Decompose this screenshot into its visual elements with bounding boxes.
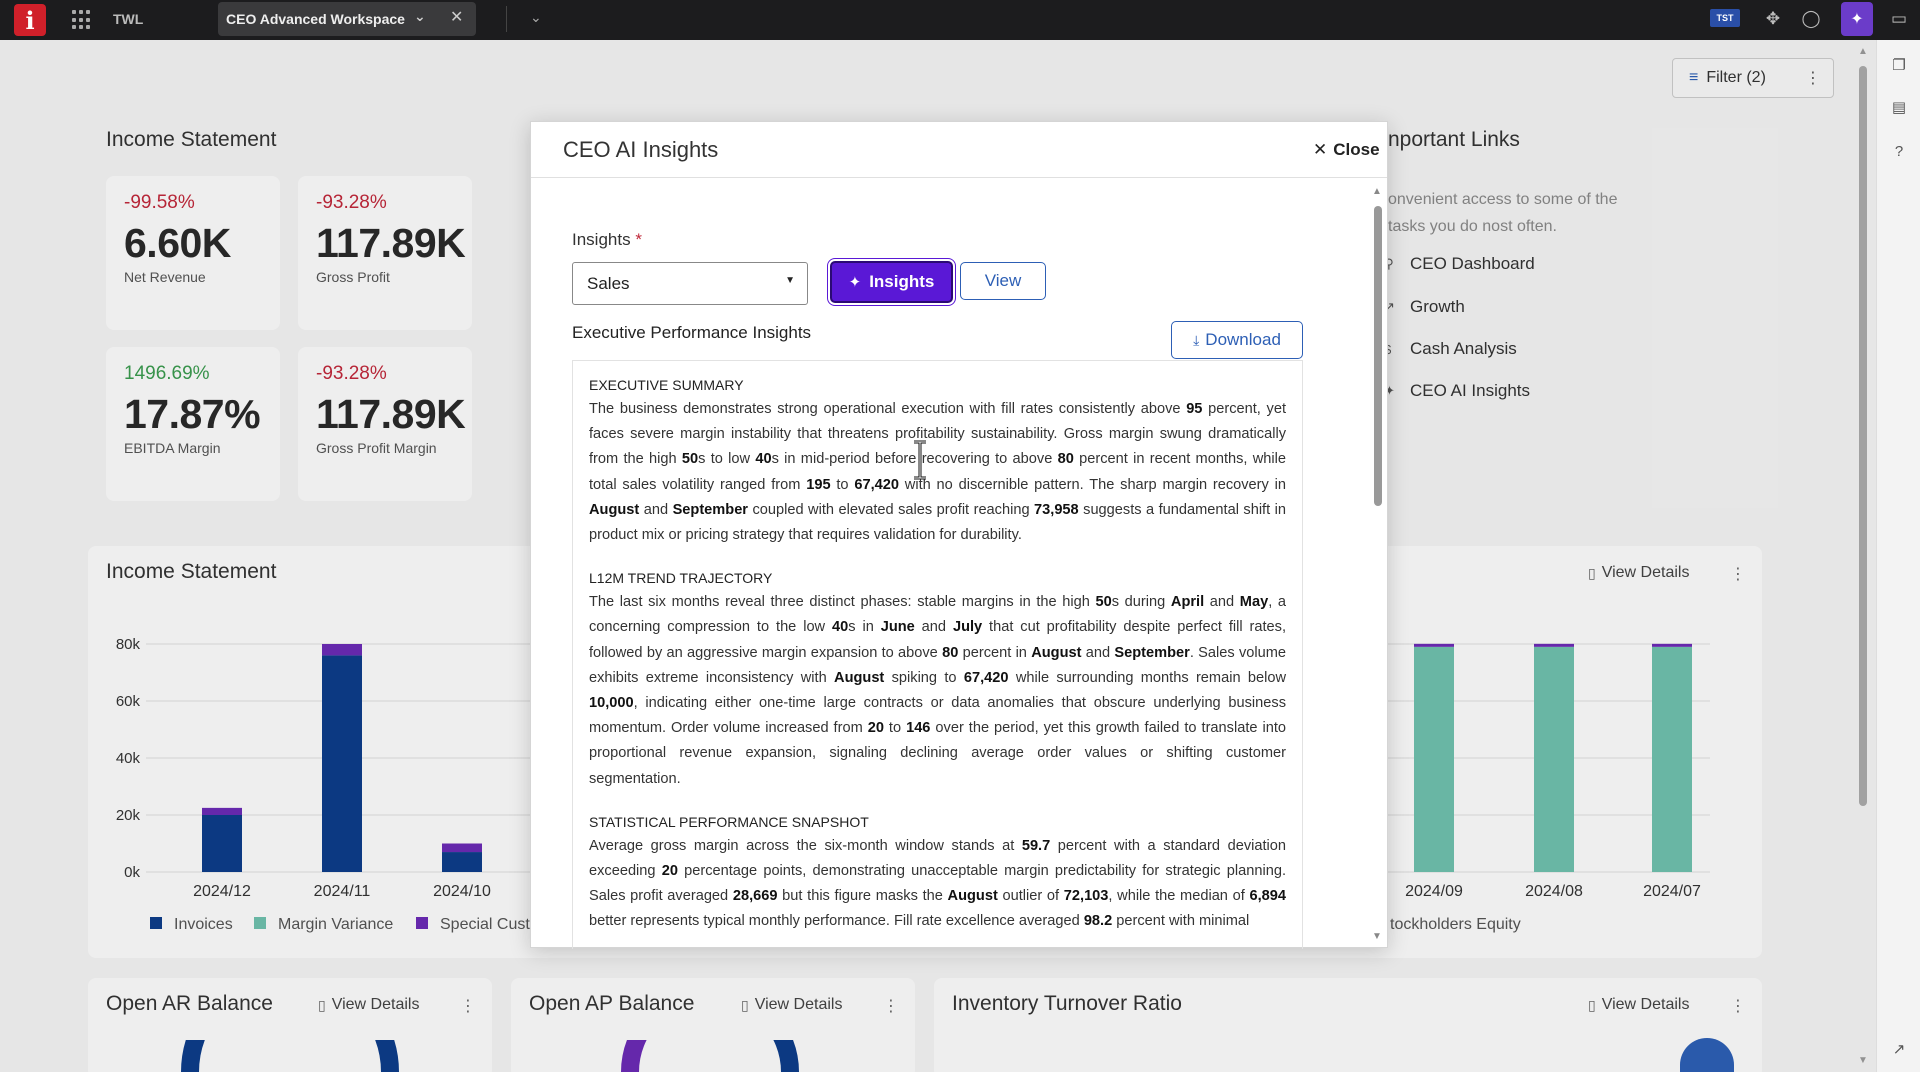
ai-assistant-icon[interactable]: ✦ (1841, 2, 1873, 36)
close-icon: ✕ (1313, 140, 1328, 159)
app-logo[interactable]: i (14, 4, 46, 36)
external-link-icon[interactable]: ↗ (1888, 1038, 1910, 1060)
view-button[interactable]: View (960, 262, 1046, 300)
right-rail: ❐ ▤ ? ↗ (1876, 40, 1920, 1072)
caret-down-icon: ▼ (785, 275, 795, 286)
panel-toggle-icon[interactable]: ▭ (1886, 6, 1912, 32)
ceo-ai-insights-modal: CEO AI Insights ✕ Close Insights * Sales… (530, 121, 1388, 949)
generate-insights-button[interactable]: ✦ Insights (830, 261, 953, 303)
tab-divider (506, 6, 507, 32)
stats-text: Average gross margin across the six-mont… (589, 837, 1287, 930)
insights-label-text: Insights (572, 230, 631, 249)
insights-text-area[interactable]: EXECUTIVE SUMMARY The business demonstra… (572, 360, 1303, 949)
stats-heading: STATISTICAL PERFORMANCE SNAPSHOT (589, 813, 869, 830)
text-cursor-icon (914, 440, 926, 480)
insights-field-label: Insights * (572, 230, 642, 250)
scroll-down-icon[interactable]: ▼ (1372, 931, 1382, 942)
app-launcher-icon[interactable] (72, 10, 92, 30)
extensions-icon[interactable]: ✥ (1760, 6, 1786, 32)
user-account-icon[interactable]: ◯ (1798, 6, 1824, 32)
modal-scrollbar-thumb[interactable] (1374, 206, 1382, 506)
required-mark: * (635, 230, 642, 249)
workspace-tab[interactable]: CEO Advanced Workspace ⌄ ✕ (218, 2, 476, 36)
trend-heading: L12M TREND TRAJECTORY (589, 570, 773, 587)
help-icon[interactable]: ? (1888, 140, 1910, 162)
close-label: Close (1333, 140, 1380, 159)
exec-summary-heading: EXECUTIVE SUMMARY (589, 377, 744, 393)
workspace-tab-label: CEO Advanced Workspace (226, 11, 405, 27)
download-label: Download (1205, 330, 1281, 349)
sparkle-icon: ✦ (848, 274, 862, 291)
chat-icon[interactable]: ❐ (1888, 54, 1910, 76)
modal-title: CEO AI Insights (563, 137, 719, 162)
close-button[interactable]: ✕ Close (1313, 140, 1380, 160)
environment-badge: TST (1710, 9, 1740, 27)
download-button[interactable]: ⤓ Download (1171, 321, 1303, 359)
chevron-down-icon[interactable]: ⌄ (414, 8, 426, 25)
app-name: TWL (113, 11, 144, 27)
top-bar: i TWL CEO Advanced Workspace ⌄ ✕ ⌄ TST ✥… (0, 0, 1920, 40)
insights-type-select[interactable]: Sales ▼ (572, 262, 808, 305)
trend-text: The last six months reveal three distinc… (589, 594, 1287, 787)
insights-section-heading: Executive Performance Insights (572, 323, 812, 342)
insights-button-label: Insights (869, 272, 935, 291)
tabs-dropdown-icon[interactable]: ⌄ (530, 9, 542, 26)
inbox-icon[interactable]: ▤ (1888, 96, 1910, 118)
modal-scrollbar[interactable]: ▲ ▼ (1372, 186, 1384, 942)
select-value: Sales (587, 273, 630, 293)
download-icon: ⤓ (1193, 331, 1200, 348)
close-tab-icon[interactable]: ✕ (450, 7, 463, 27)
exec-summary-text: The business demonstrates strong operati… (589, 401, 1287, 544)
scroll-up-icon[interactable]: ▲ (1372, 186, 1382, 197)
modal-header: CEO AI Insights ✕ Close (531, 122, 1387, 178)
